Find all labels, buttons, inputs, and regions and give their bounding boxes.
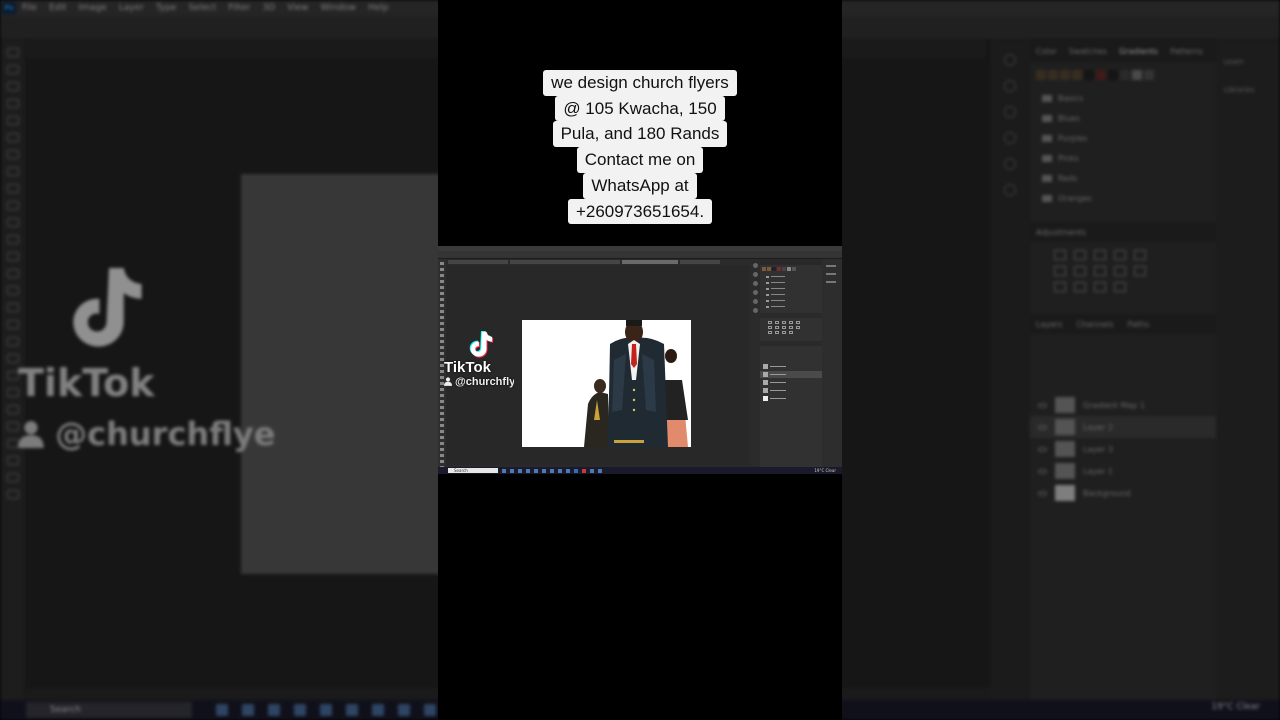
caption-line: Pula, and 180 Rands — [552, 121, 728, 148]
bg-tab-active: Gradients — [1119, 46, 1159, 56]
person-icon — [444, 377, 452, 386]
caption-line: we design church flyers — [543, 70, 737, 96]
caption-line-row: +260973651654. — [438, 198, 842, 225]
bg-layer-selected: Layer 2 — [1030, 416, 1216, 438]
bg-tab: Patterns — [1170, 46, 1204, 56]
bg-menu-item: Edit — [49, 3, 67, 13]
inner-options-bar — [438, 251, 842, 259]
bg-layers-header: Layers Channels Paths — [1030, 314, 1216, 334]
bg-menu-item: Window — [320, 3, 357, 13]
bg-adjustments-header: Adjustments — [1030, 222, 1216, 242]
bg-learn: Learn — [1224, 58, 1244, 66]
inner-flyer-document — [522, 320, 691, 447]
bg-menu-item: File — [22, 3, 38, 13]
inner-gradient-swatches — [760, 265, 822, 273]
bg-adjustment-icons — [1030, 242, 1216, 300]
inner-taskbar-search: Search — [448, 468, 498, 473]
inner-photoshop-screenshot: Search 19°C Clear — [438, 246, 842, 474]
bg-menu-item: Select — [188, 3, 217, 13]
bg-libraries: Libraries — [1224, 86, 1255, 94]
caption-line: +260973651654. — [567, 198, 713, 225]
bg-tray: 19°C Clear — [1211, 702, 1260, 712]
photoshop-logo-icon: Ps — [2, 2, 16, 14]
caption-line-row: Pula, and 180 Rands — [438, 121, 842, 148]
bg-folder: Purples — [1030, 128, 1216, 148]
bg-menu-item: View — [287, 3, 309, 13]
bg-layer: Layer 1 — [1030, 460, 1216, 482]
caption-line: @ 105 Kwacha, 150 — [555, 95, 725, 122]
bg-folder: Oranges — [1030, 188, 1216, 208]
video-strip: we design church flyers @ 105 Kwacha, 150… — [438, 0, 842, 720]
inner-panels — [760, 259, 822, 467]
inner-taskbar: Search 19°C Clear — [438, 467, 842, 474]
bg-tiktok-watermark: TikTok @churchflye — [18, 262, 275, 453]
inner-adjustment-icons — [760, 318, 822, 337]
bg-taskbar-icons — [216, 704, 462, 716]
caption-line-row: we design church flyers — [438, 70, 842, 96]
bg-menu-items: File Edit Image Layer Type Select Filter 3D View… — [22, 3, 401, 13]
bg-folder: Pinks — [1030, 148, 1216, 168]
bg-folder: Reds — [1030, 168, 1216, 188]
bg-menu-item: Help — [368, 3, 389, 13]
bg-person-icon — [18, 421, 44, 448]
flyer-photo — [522, 320, 691, 447]
inner-canvas-area — [446, 265, 750, 465]
bg-gradient-swatches — [1030, 62, 1216, 88]
bg-tiktok-brand: TikTok — [18, 361, 155, 405]
bg-panel-strip — [990, 40, 1030, 700]
caption-line-row: Contact me on — [438, 147, 842, 173]
bg-panel-tabs: Color Swatches Gradients Patterns — [1030, 40, 1216, 62]
bg-menu-item: Filter — [228, 3, 251, 13]
bg-menu-item: 3D — [262, 3, 276, 13]
inner-far-right — [822, 259, 842, 467]
tiktok-username: @churchflye — [444, 376, 514, 388]
bg-far-right-panel: Learn Libraries — [1216, 40, 1280, 700]
bg-taskbar-search: Search — [26, 702, 192, 718]
caption-overlay: we design church flyers @ 105 Kwacha, 150… — [438, 70, 842, 225]
caption-line: WhatsApp at — [583, 172, 697, 199]
bg-tab: Color — [1036, 46, 1057, 56]
bg-menu-item: Type — [155, 3, 177, 13]
bg-layer: Gradient Map 1 — [1030, 394, 1216, 416]
tiktok-brand: TikTok — [444, 359, 491, 376]
bg-menu-item: Layer — [118, 3, 144, 13]
bg-tab: Swatches — [1068, 46, 1108, 56]
bg-panels: Color Swatches Gradients Patterns Basics… — [1030, 40, 1216, 700]
bg-tiktok-note-icon — [73, 267, 142, 347]
bg-layer: Layer 3 — [1030, 438, 1216, 460]
video-frame: Ps File Edit Image Layer Type Select Filter 3D V… — [0, 0, 1280, 720]
caption-line-row: @ 105 Kwacha, 150 — [438, 95, 842, 122]
bg-folder: Blues — [1030, 108, 1216, 128]
caption-line: Contact me on — [576, 147, 704, 173]
caption-line-row: WhatsApp at — [438, 172, 842, 199]
tiktok-note-icon — [469, 331, 494, 358]
bg-menu-item: Image — [78, 3, 107, 13]
bg-layer: Background — [1030, 482, 1216, 504]
inner-panel-strip — [750, 259, 760, 467]
bg-folder: Basics — [1030, 88, 1216, 108]
bg-tiktok-username: @churchflye — [18, 415, 275, 453]
inner-tray: 19°C Clear — [814, 468, 836, 473]
